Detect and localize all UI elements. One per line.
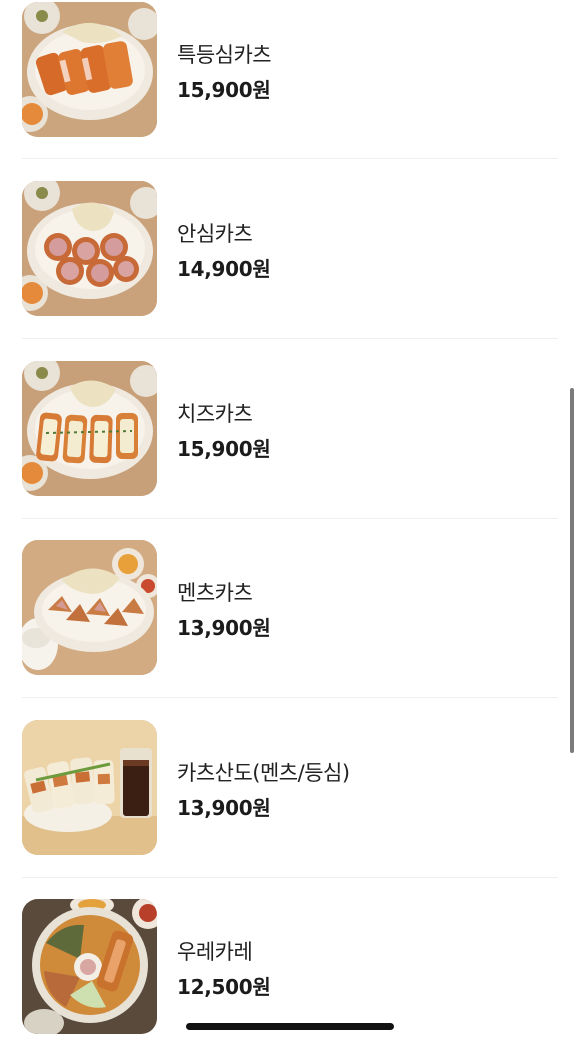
menu-item-price: 15,900원 bbox=[177, 78, 271, 102]
menu-item-price: 15,900원 bbox=[177, 437, 271, 461]
divider bbox=[22, 697, 558, 698]
menu-item-name: 카츠산도(멘츠/등심) bbox=[177, 761, 350, 785]
menu-item-menchi-katsu[interactable]: 멘츠카츠 13,900원 bbox=[22, 540, 558, 676]
menu-item-ansim-katsu[interactable]: 안심카츠 14,900원 bbox=[22, 181, 558, 317]
menu-item-tokdeungsim-katsu[interactable]: 특등심카츠 15,900원 bbox=[22, 2, 558, 138]
home-indicator[interactable] bbox=[186, 1023, 394, 1030]
menu-item-cheese-katsu[interactable]: 치즈카츠 15,900원 bbox=[22, 361, 558, 497]
menchi-katsu-photo bbox=[22, 540, 157, 675]
menu-item-katsu-sando[interactable]: 카츠산도(멘츠/등심) 13,900원 bbox=[22, 720, 558, 856]
divider bbox=[22, 518, 558, 519]
katsu-sando-photo bbox=[22, 720, 157, 855]
cheese-katsu-photo bbox=[22, 361, 157, 496]
menu-item-price: 12,500원 bbox=[177, 975, 271, 999]
ure-curry-photo bbox=[22, 899, 157, 1034]
ansim-katsu-photo bbox=[22, 181, 157, 316]
menu-item-name: 멘츠카츠 bbox=[177, 581, 253, 605]
menu-item-name: 안심카츠 bbox=[177, 222, 253, 246]
menu-item-name: 특등심카츠 bbox=[177, 43, 272, 67]
divider bbox=[22, 877, 558, 878]
vertical-scrollbar[interactable] bbox=[570, 388, 574, 753]
menu-item-price: 13,900원 bbox=[177, 616, 271, 640]
tokdeungsim-katsu-photo bbox=[22, 2, 157, 137]
menu-item-name: 치즈카츠 bbox=[177, 402, 253, 426]
menu-item-ure-curry[interactable]: 우레카레 12,500원 bbox=[22, 899, 558, 1035]
menu-item-price: 13,900원 bbox=[177, 796, 271, 820]
divider bbox=[22, 338, 558, 339]
divider bbox=[22, 158, 558, 159]
menu-item-price: 14,900원 bbox=[177, 257, 271, 281]
menu-item-name: 우레카레 bbox=[177, 940, 253, 964]
